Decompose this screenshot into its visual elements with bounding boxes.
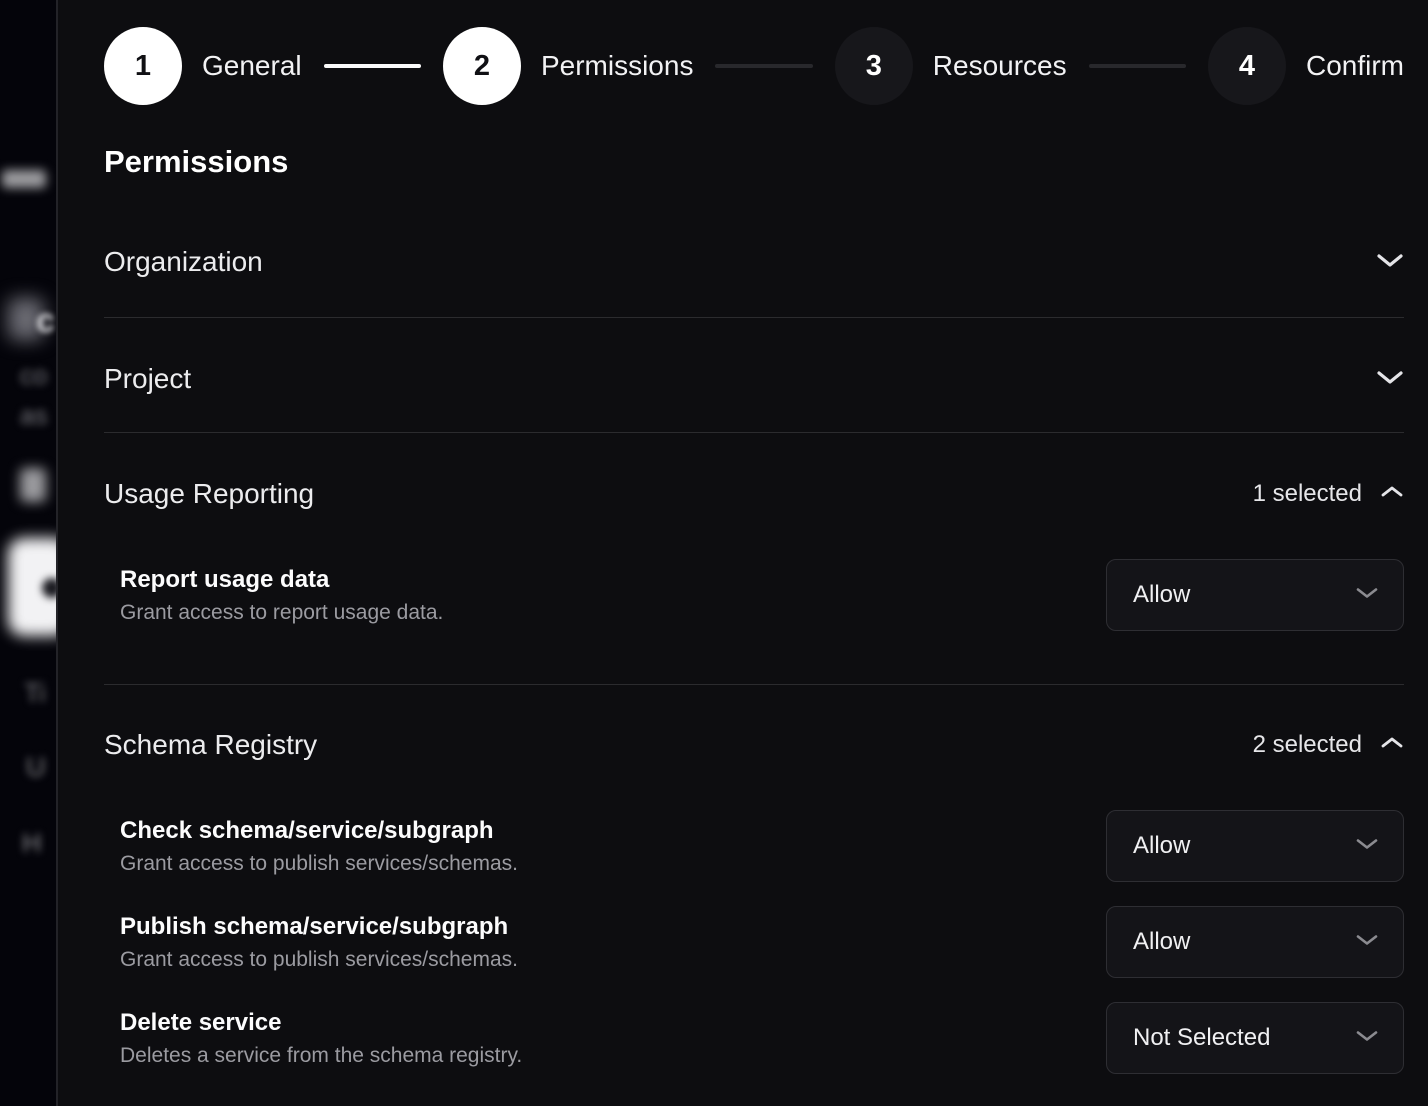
permission-description: Grant access to publish services/schemas… (120, 948, 518, 972)
step-number-badge: 2 (443, 27, 521, 105)
section-header-schema-registry[interactable]: Schema Registry 2 selected (104, 728, 1404, 762)
permission-title: Check schema/service/subgraph (120, 817, 518, 845)
step-number-badge: 1 (104, 27, 182, 105)
blurred-dot (42, 578, 56, 598)
section-title: Schema Registry (104, 729, 317, 761)
wizard-stepper: 1 General 2 Permissions 3 Resources 4 Co… (104, 27, 1404, 105)
blurred-text-fragment: U (26, 752, 46, 783)
permission-row: Delete service Deletes a service from th… (104, 1002, 1404, 1074)
step-number-badge: 3 (835, 27, 913, 105)
stepper-connector-done (324, 64, 421, 68)
select-value: Allow (1133, 928, 1190, 956)
page-title: Permissions (104, 143, 1404, 181)
step-number-badge: 4 (1208, 27, 1286, 105)
chevron-down-icon (1376, 252, 1404, 273)
blurred-text-fragment: Ti (24, 678, 46, 709)
step-general[interactable]: 1 General (104, 27, 302, 105)
step-label: Permissions (541, 50, 693, 82)
section-title: Usage Reporting (104, 478, 314, 510)
blurred-text-fragment: as (20, 400, 47, 431)
chevron-down-icon (1355, 586, 1379, 605)
stepper-connector (1089, 64, 1186, 68)
stepper-connector (715, 64, 812, 68)
permission-row: Publish schema/service/subgraph Grant ac… (104, 906, 1404, 978)
permission-description: Deletes a service from the schema regist… (120, 1044, 522, 1068)
chevron-up-icon (1380, 736, 1404, 754)
permission-title: Publish schema/service/subgraph (120, 913, 518, 941)
section-header-project[interactable]: Project (104, 362, 1404, 396)
create-token-wizard-panel: 1 General 2 Permissions 3 Resources 4 Co… (56, 0, 1428, 1106)
section-title: Organization (104, 246, 263, 278)
permission-select-delete-service[interactable]: Not Selected (1106, 1002, 1404, 1074)
select-value: Not Selected (1133, 1024, 1270, 1052)
select-value: Allow (1133, 832, 1190, 860)
section-title: Project (104, 363, 191, 395)
permission-select-report-usage-data[interactable]: Allow (1106, 559, 1404, 631)
chevron-down-icon (1376, 369, 1404, 390)
step-permissions[interactable]: 2 Permissions (443, 27, 693, 105)
blurred-text-fragment: c (36, 302, 55, 341)
permission-row: Report usage data Grant access to report… (104, 559, 1404, 631)
step-confirm[interactable]: 4 Confirm (1208, 27, 1404, 105)
blurred-text-fragment: co (20, 360, 47, 391)
step-label: Resources (933, 50, 1067, 82)
chevron-down-icon (1355, 837, 1379, 856)
permission-row: Check schema/service/subgraph Grant acce… (104, 810, 1404, 882)
section-divider (104, 684, 1404, 685)
section-divider (104, 317, 1404, 318)
selected-count-badge: 1 selected (1253, 480, 1362, 508)
blurred-sidebar-icon (20, 468, 46, 502)
blurred-text-fragment: H (22, 828, 42, 859)
permission-select-check-schema[interactable]: Allow (1106, 810, 1404, 882)
permission-description: Grant access to report usage data. (120, 601, 443, 625)
permission-description: Grant access to publish services/schemas… (120, 852, 518, 876)
step-label: General (202, 50, 302, 82)
permission-select-publish-schema[interactable]: Allow (1106, 906, 1404, 978)
section-header-usage-reporting[interactable]: Usage Reporting 1 selected (104, 477, 1404, 511)
select-value: Allow (1133, 581, 1190, 609)
blurred-sidebar-label (2, 170, 46, 188)
section-header-organization[interactable]: Organization (104, 245, 1404, 279)
chevron-down-icon (1355, 933, 1379, 952)
permission-title: Report usage data (120, 566, 443, 594)
step-resources[interactable]: 3 Resources (835, 27, 1067, 105)
selected-count-badge: 2 selected (1253, 731, 1362, 759)
chevron-down-icon (1355, 1029, 1379, 1048)
chevron-up-icon (1380, 485, 1404, 503)
section-divider (104, 432, 1404, 433)
permission-title: Delete service (120, 1009, 522, 1037)
blurred-app-backdrop: c co as Ti U H (0, 0, 56, 1106)
step-label: Confirm (1306, 50, 1404, 82)
